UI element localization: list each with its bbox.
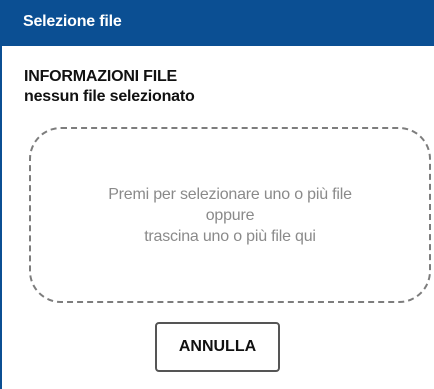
file-info-heading: INFORMAZIONI FILE: [24, 68, 178, 85]
dropzone-instruction-drag: trascina uno o più file qui: [144, 227, 316, 245]
dropzone-instruction-click: Premi per selezionare uno o più file: [108, 185, 352, 203]
dropzone-instruction-or: oppure: [205, 206, 255, 224]
file-dropzone[interactable]: Premi per selezionare uno o più file opp…: [29, 127, 431, 303]
file-info: INFORMAZIONI FILE nessun file selezionat…: [24, 67, 195, 107]
file-info-status: nessun file selezionato: [24, 88, 195, 105]
cancel-button[interactable]: ANNULLA: [155, 322, 280, 372]
dialog-title: Selezione file: [2, 0, 434, 46]
file-selection-dialog: Selezione file INFORMAZIONI FILE nessun …: [0, 0, 434, 389]
